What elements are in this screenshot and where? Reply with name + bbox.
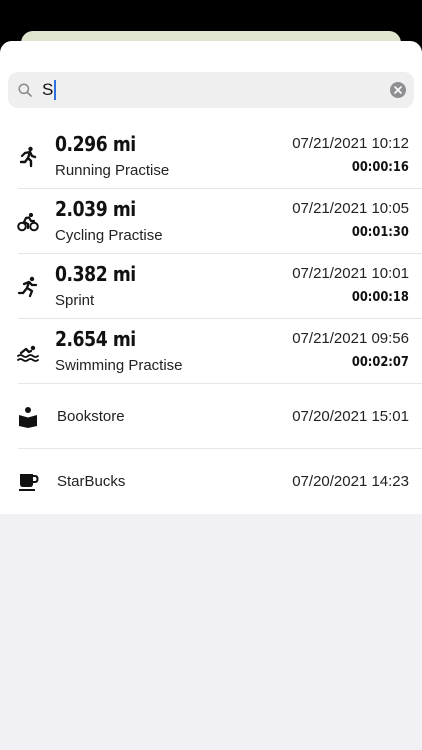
magnifying-glass-icon xyxy=(16,81,34,99)
search-results-sheet: S 0.296 mi Running Practise 07/21/2021 1… xyxy=(0,41,422,750)
activity-meta: 07/21/2021 10:01 00:00:18 xyxy=(292,265,409,305)
place-name: Bookstore xyxy=(57,408,125,425)
activity-name: Sprint xyxy=(55,292,95,309)
place-row-bookstore[interactable]: Bookstore 07/20/2021 15:01 xyxy=(0,384,422,449)
activity-meta: 07/21/2021 10:12 00:00:16 xyxy=(292,135,409,175)
activity-duration: 00:01:30 xyxy=(352,225,409,240)
activity-duration: 00:02:07 xyxy=(352,355,409,370)
cycling-icon xyxy=(17,211,39,233)
clear-x-icon[interactable] xyxy=(390,82,406,98)
activity-row-cycling[interactable]: 2.039 mi Cycling Practise 07/21/2021 10:… xyxy=(0,189,422,254)
activity-row-swimming[interactable]: 2.654 mi Swimming Practise 07/21/2021 09… xyxy=(0,319,422,384)
activity-duration: 00:00:18 xyxy=(352,290,409,305)
activity-date: 07/21/2021 09:56 xyxy=(292,330,409,347)
place-row-starbucks[interactable]: StarBucks 07/20/2021 14:23 xyxy=(0,449,422,514)
activity-meta: 07/21/2021 09:56 00:02:07 xyxy=(292,330,409,370)
activity-summary: 2.039 mi Cycling Practise xyxy=(55,197,163,244)
book-reader-icon xyxy=(17,406,39,428)
activity-name: Swimming Practise xyxy=(55,357,183,374)
place-name: StarBucks xyxy=(57,473,126,490)
place-date: 07/20/2021 15:01 xyxy=(292,408,409,425)
activity-name: Running Practise xyxy=(55,162,170,179)
search-query-text: S xyxy=(42,80,54,99)
activity-duration: 00:00:16 xyxy=(352,160,409,175)
text-caret xyxy=(54,80,57,100)
activity-name: Cycling Practise xyxy=(55,227,163,244)
activity-row-sprint[interactable]: 0.382 mi Sprint 07/21/2021 10:01 00:00:1… xyxy=(0,254,422,319)
activity-date: 07/21/2021 10:01 xyxy=(292,265,409,282)
sprint-icon xyxy=(17,276,39,298)
running-icon xyxy=(17,146,39,168)
place-date: 07/20/2021 14:23 xyxy=(292,473,409,490)
activity-distance: 0.382 mi xyxy=(55,262,136,286)
activity-distance: 0.296 mi xyxy=(55,132,136,156)
activity-distance: 2.654 mi xyxy=(55,327,136,351)
activity-distance: 2.039 mi xyxy=(55,197,136,221)
swimming-icon xyxy=(17,341,39,363)
search-bar[interactable]: S xyxy=(8,72,414,108)
coffee-cup-icon xyxy=(17,471,39,493)
activity-summary: 2.654 mi Swimming Practise xyxy=(55,327,183,374)
activity-summary: 0.296 mi Running Practise xyxy=(55,132,169,179)
activity-meta: 07/21/2021 10:05 00:01:30 xyxy=(292,200,409,240)
search-input[interactable]: S xyxy=(42,80,57,100)
activity-date: 07/21/2021 10:12 xyxy=(292,135,409,152)
activity-date: 07/21/2021 10:05 xyxy=(292,200,409,217)
sheet-content: S 0.296 mi Running Practise 07/21/2021 1… xyxy=(0,41,422,514)
activity-summary: 0.382 mi Sprint xyxy=(55,262,149,309)
activity-row-running[interactable]: 0.296 mi Running Practise 07/21/2021 10:… xyxy=(0,124,422,189)
results-list: 0.296 mi Running Practise 07/21/2021 10:… xyxy=(0,124,422,514)
